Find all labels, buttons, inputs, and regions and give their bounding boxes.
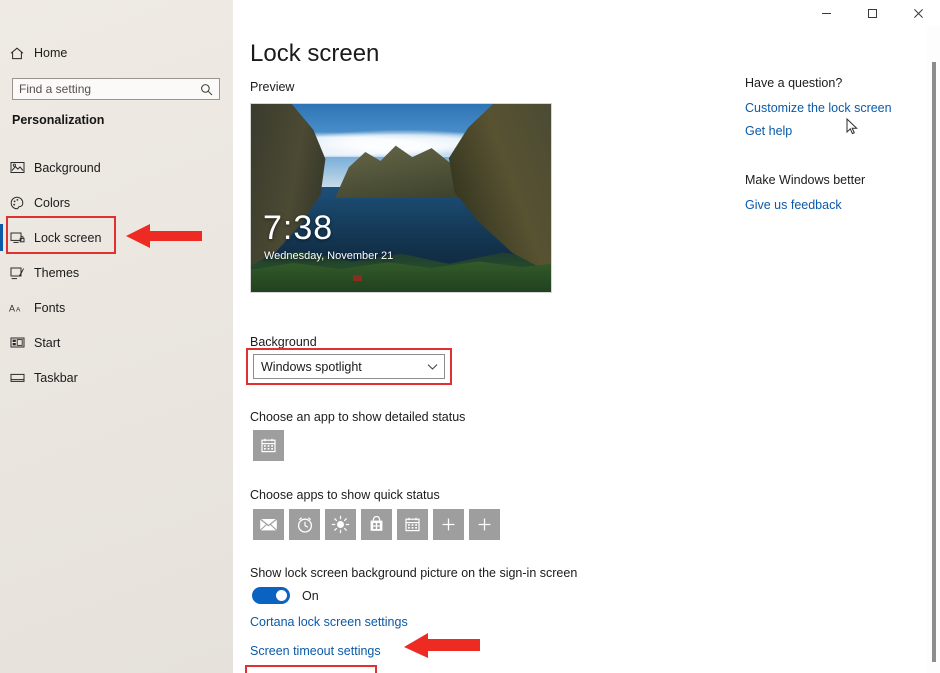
weather-tile[interactable] [325,509,356,540]
start-grid-icon [0,336,34,349]
add-app-tile[interactable] [433,509,464,540]
minimize-button[interactable] [814,0,838,26]
plus-icon [442,518,455,531]
plus-icon [478,518,491,531]
preview-time: 7:38 [263,209,334,247]
toggle-state-label: On [302,588,319,603]
search-icon[interactable] [194,83,219,96]
sidebar-item-lock-screen[interactable]: Lock screen [0,220,233,255]
sidebar-nav: Background Colors Lock screen Themes A A… [0,150,233,395]
sidebar-item-label: Taskbar [34,370,78,385]
preview-tent [353,274,362,281]
sidebar-item-background[interactable]: Background [0,150,233,185]
sidebar-item-label: Themes [34,265,80,280]
get-help-link[interactable]: Get help [745,124,935,138]
sidebar-item-colors[interactable]: Colors [0,185,233,220]
main-content: Lock screen Preview 7:38 Wednesday, Nove… [233,26,940,673]
palette-icon [0,196,34,210]
window-controls [814,0,940,26]
customize-lock-screen-link[interactable]: Customize the lock screen [745,101,935,115]
quick-status-label: Choose apps to show quick status [250,488,440,502]
sidebar-item-label: Lock screen [34,230,102,245]
sidebar-item-taskbar[interactable]: Taskbar [0,360,233,395]
sidebar-item-label: Fonts [34,300,66,315]
lock-screen-icon [0,231,34,244]
sidebar-item-label: Start [34,335,61,350]
search-box[interactable] [12,78,220,100]
calendar-icon [261,438,276,453]
background-dropdown-value: Windows spotlight [261,359,362,374]
background-dropdown[interactable]: Windows spotlight [253,354,445,379]
signin-picture-toggle-row[interactable]: On [252,587,319,604]
search-input[interactable] [13,79,195,99]
sidebar-item-label: Colors [34,195,71,210]
right-panel: Have a question? Customize the lock scre… [745,76,935,221]
detailed-status-row [253,430,284,461]
sidebar-item-label: Background [34,160,101,175]
close-button[interactable] [906,0,930,26]
weather-icon [331,515,350,534]
have-a-question-heading: Have a question? [745,76,843,90]
make-windows-better-heading: Make Windows better [745,173,866,187]
themes-brush-icon [0,266,34,280]
signin-picture-label: Show lock screen background picture on t… [250,566,578,580]
signin-picture-toggle[interactable] [252,587,290,604]
preview-date: Wednesday, November 21 [264,250,394,262]
background-label: Background [250,335,317,349]
calendar-tile[interactable] [253,430,284,461]
alarm-tile[interactable] [289,509,320,540]
chevron-down-icon [420,363,444,371]
right-panel-spacer [745,147,935,173]
vertical-scrollbar[interactable] [927,26,940,673]
detailed-status-label: Choose an app to show detailed status [250,410,466,424]
store-icon [370,516,383,531]
add-app-tile[interactable] [469,509,500,540]
picture-icon [0,161,34,174]
give-us-feedback-link[interactable]: Give us feedback [745,198,935,212]
sidebar-home-label: Home [34,46,68,60]
screen-timeout-settings-link[interactable]: Screen timeout settings [250,644,381,658]
page-title: Lock screen [250,40,380,67]
alarm-icon [297,516,312,533]
toggle-knob [276,590,287,601]
sidebar-section-title: Personalization [12,113,105,127]
home-icon [0,47,34,60]
settings-window: Settings Home Personaliza [0,0,940,673]
maximize-button[interactable] [860,0,884,26]
calendar-icon [405,517,420,532]
lock-screen-preview: 7:38 Wednesday, November 21 [250,103,552,293]
cortana-lock-screen-settings-link[interactable]: Cortana lock screen settings [250,615,408,629]
svg-text:A: A [9,304,15,314]
sidebar-item-fonts[interactable]: AA Fonts [0,290,233,325]
fonts-aa-icon: AA [0,301,34,314]
screen-saver-settings-box [245,665,377,673]
store-tile[interactable] [361,509,392,540]
preview-label: Preview [250,80,295,94]
svg-text:A: A [16,307,21,314]
mail-tile[interactable] [253,509,284,540]
mail-icon [259,518,278,531]
sidebar-item-home[interactable]: Home [0,42,233,64]
sidebar: Home Personalization Background Colors [0,0,233,673]
quick-status-row [253,509,500,540]
scrollbar-thumb[interactable] [932,62,936,662]
sidebar-item-start[interactable]: Start [0,325,233,360]
calendar-tile[interactable] [397,509,428,540]
taskbar-icon [0,372,34,384]
sidebar-item-themes[interactable]: Themes [0,255,233,290]
